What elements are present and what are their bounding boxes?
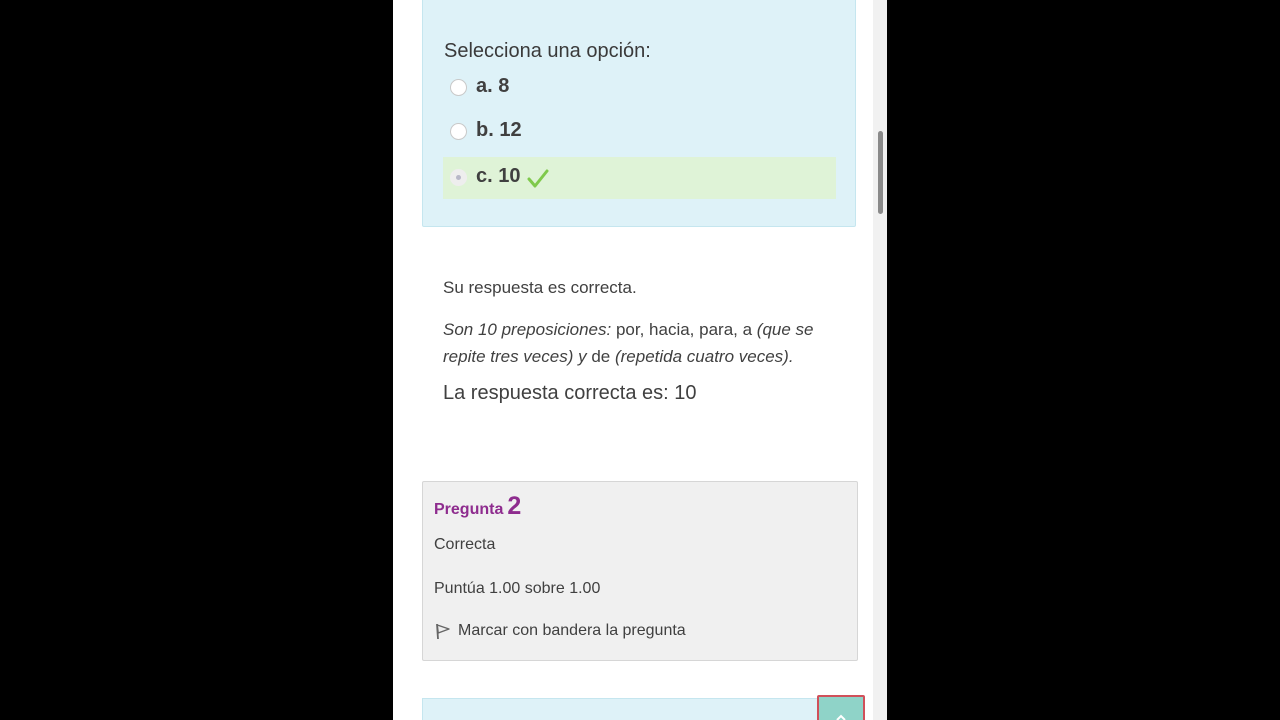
question-state: Correcta <box>434 536 496 553</box>
back-to-top-button[interactable] <box>817 695 865 720</box>
option-c-radio[interactable] <box>450 169 467 186</box>
feedback-part: de <box>586 347 615 366</box>
feedback-status: Su respuesta es correcta. <box>443 278 637 297</box>
option-b[interactable]: b. 12 <box>443 111 836 153</box>
answer-prompt: Selecciona una opción: <box>444 40 651 62</box>
flag-label: Marcar con bandera la pregunta <box>458 622 686 639</box>
question-3-block <box>422 698 858 720</box>
option-c-label: c. 10 <box>476 165 521 187</box>
question-word: Pregunta <box>434 501 504 518</box>
quiz-review-page: Selecciona una opción: a. 8 b. 12 c. 10 … <box>393 0 887 720</box>
option-a-radio[interactable] <box>450 79 467 96</box>
option-c[interactable]: c. 10 <box>443 157 836 199</box>
option-a-label: a. 8 <box>476 75 510 97</box>
answer-feedback: Su respuesta es correcta. Son 10 preposi… <box>443 278 843 404</box>
option-b-label: b. 12 <box>476 119 522 141</box>
question-2-info: Pregunta 2 Correcta Puntúa 1.00 sobre 1.0… <box>422 481 858 661</box>
flag-icon[interactable] <box>434 622 452 640</box>
option-a[interactable]: a. 8 <box>443 67 836 109</box>
scrollbar-thumb[interactable] <box>878 131 883 214</box>
feedback-part: Son 10 preposiciones: <box>443 320 612 339</box>
question-grade: Puntúa 1.00 sobre 1.00 <box>434 580 601 597</box>
flag-question-link[interactable]: Marcar con bandera la pregunta <box>434 622 686 640</box>
chevron-up-icon <box>836 714 846 720</box>
question-2-title: Pregunta 2 <box>434 492 521 521</box>
right-answer: La respuesta correcta es: 10 <box>443 382 697 404</box>
scrollbar[interactable] <box>873 0 887 720</box>
general-feedback: Son 10 preposiciones: por, hacia, para, … <box>443 316 839 370</box>
check-icon <box>527 169 549 188</box>
question-1-answer-block: Selecciona una opción: a. 8 b. 12 c. 10 <box>422 0 856 227</box>
feedback-part: por, hacia, para, a <box>611 320 757 339</box>
question-number: 2 <box>507 492 522 520</box>
feedback-part: (repetida cuatro veces). <box>614 347 794 366</box>
option-b-radio[interactable] <box>450 123 467 140</box>
